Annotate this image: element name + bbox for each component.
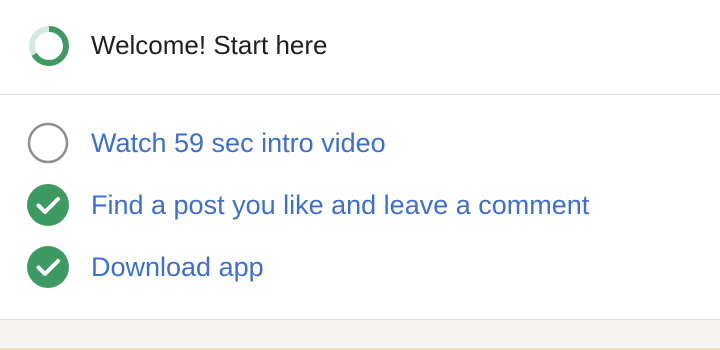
task-link-download-app[interactable]: Download app	[91, 248, 264, 286]
onboarding-title: Welcome! Start here	[91, 30, 328, 60]
footer-strip	[0, 319, 720, 350]
task-item-download-app[interactable]: Download app	[0, 239, 720, 295]
onboarding-card: Welcome! Start here Watch 59 sec intro v…	[0, 0, 720, 320]
task-item-leave-comment[interactable]: Find a post you like and leave a comment	[0, 177, 720, 233]
task-item-intro-video[interactable]: Watch 59 sec intro video	[0, 115, 720, 171]
task-link-leave-comment[interactable]: Find a post you like and leave a comment	[91, 186, 589, 224]
onboarding-header[interactable]: Welcome! Start here	[0, 0, 720, 95]
task-link-intro-video[interactable]: Watch 59 sec intro video	[91, 124, 386, 162]
progress-ring-icon	[29, 26, 69, 66]
check-circle-icon	[27, 184, 69, 226]
check-circle-icon	[27, 246, 69, 288]
empty-circle-icon	[27, 122, 69, 164]
